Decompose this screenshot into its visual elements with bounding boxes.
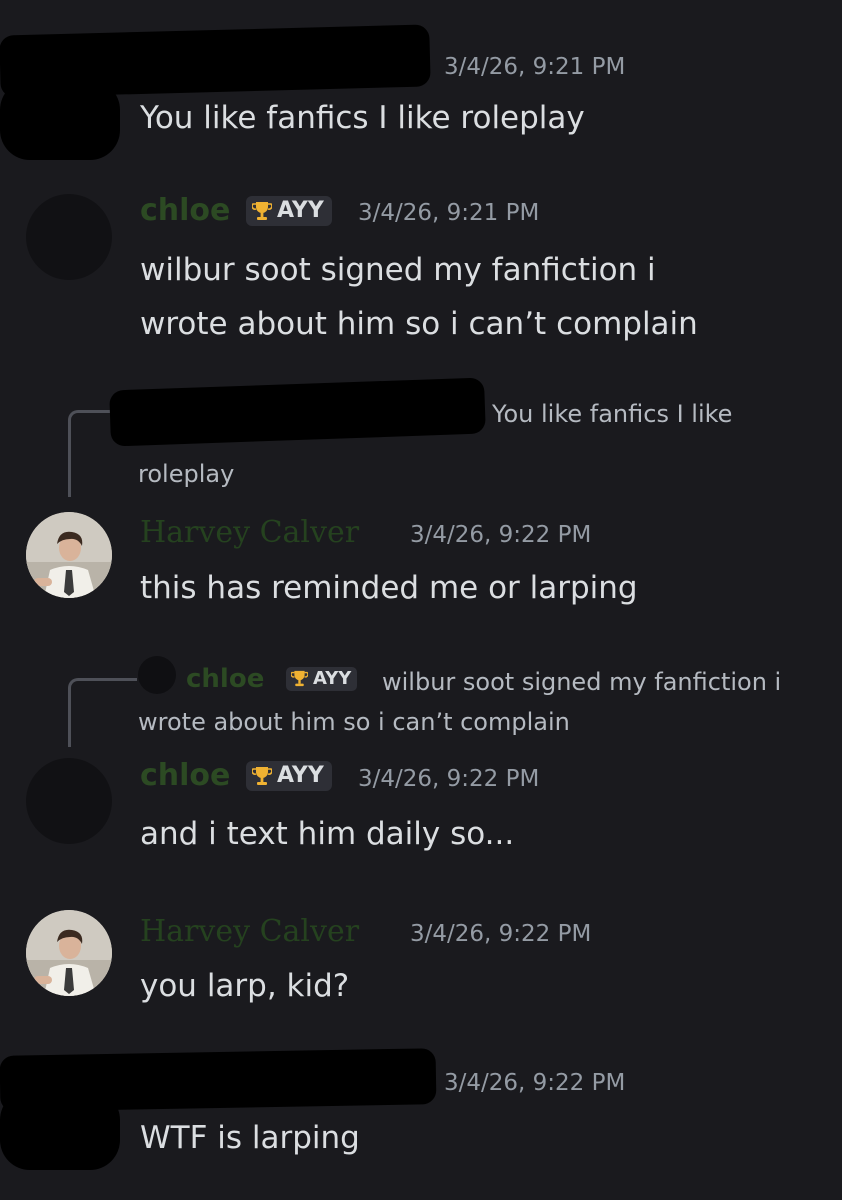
reply-preview-text[interactable]: wilbur soot signed my fanfiction i [382, 668, 781, 696]
message-text: WTF is larping [140, 1120, 360, 1156]
role-badge[interactable]: AYY [246, 196, 332, 226]
message-timestamp: 3/4/26, 9:22 PM [410, 921, 592, 947]
reply-avatar[interactable] [138, 656, 176, 694]
reply-preview-text[interactable]: wrote about him so i can’t complain [138, 708, 570, 736]
author-name[interactable]: Harvey Calver [140, 914, 359, 949]
reply-preview-text[interactable]: roleplay [138, 460, 234, 488]
badge-label: AYY [277, 198, 324, 223]
reply-author-name[interactable]: chloe [186, 664, 264, 694]
role-badge[interactable]: AYY [286, 667, 358, 691]
avatar-image [26, 512, 112, 598]
message-text: you larp, kid? [140, 968, 350, 1004]
role-badge[interactable]: AYY [246, 761, 332, 791]
badge-label: AYY [313, 668, 352, 689]
badge-label: AYY [277, 763, 324, 788]
avatar[interactable] [26, 512, 112, 598]
message-timestamp: 3/4/26, 9:22 PM [444, 1070, 626, 1096]
avatar-image [26, 910, 112, 996]
redacted-reply-author [109, 377, 486, 447]
message-timestamp: 3/4/26, 9:21 PM [444, 54, 626, 80]
avatar[interactable] [26, 194, 112, 280]
message-timestamp: 3/4/26, 9:22 PM [358, 766, 540, 792]
message-text: and i text him daily so... [140, 816, 515, 852]
trophy-icon [252, 201, 272, 220]
redacted-avatar [0, 80, 120, 160]
reply-preview-text[interactable]: You like fanfics I like [492, 400, 732, 428]
author-name[interactable]: Harvey Calver [140, 515, 359, 550]
message-timestamp: 3/4/26, 9:22 PM [410, 522, 592, 548]
redacted-avatar [0, 1090, 120, 1170]
avatar[interactable] [26, 758, 112, 844]
reply-connector [68, 678, 137, 747]
trophy-icon [252, 766, 272, 785]
author-name[interactable]: chloe [140, 193, 230, 228]
avatar[interactable] [26, 910, 112, 996]
message-text-line: wrote about him so i can’t complain [140, 306, 698, 342]
message-text: this has reminded me or larping [140, 570, 638, 606]
author-name[interactable]: chloe [140, 758, 230, 793]
trophy-icon [291, 670, 308, 687]
message-text: You like fanfics I like roleplay [140, 100, 585, 136]
reply-connector [68, 410, 111, 497]
message-text-line: wilbur soot signed my fanfiction i [140, 252, 656, 288]
message-timestamp: 3/4/26, 9:21 PM [358, 200, 540, 226]
